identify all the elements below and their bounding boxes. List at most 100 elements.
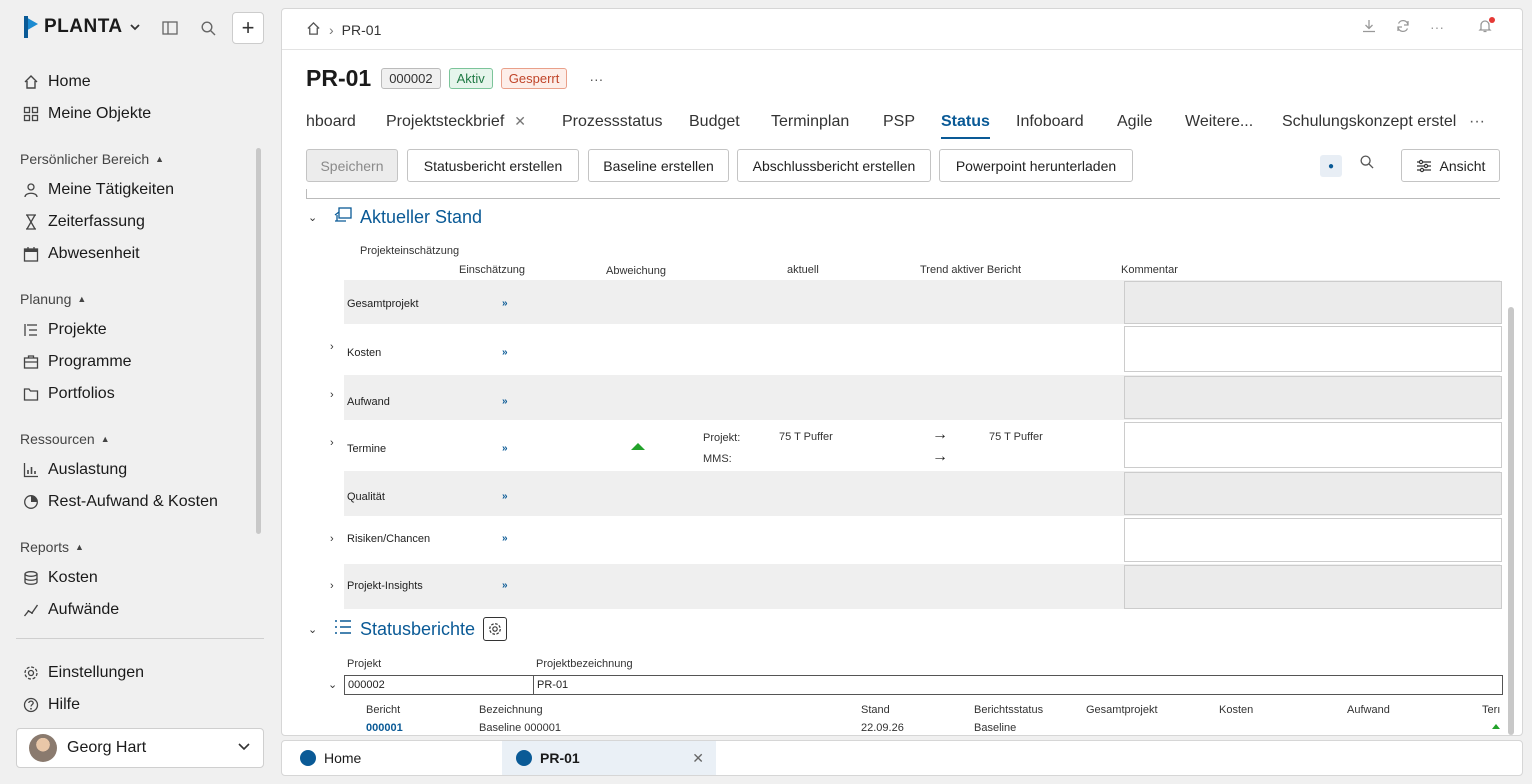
sidebar-item-portfolios[interactable]: Portfolios [22, 382, 115, 406]
status-report-button[interactable]: Statusbericht erstellen [407, 149, 579, 182]
section-planung[interactable]: Planung ▲ [20, 291, 86, 307]
final-report-button[interactable]: Abschlussbericht erstellen [737, 149, 931, 182]
section-title: Planung [20, 291, 72, 307]
sidebar-item-meine-objekte[interactable]: Meine Objekte [22, 102, 151, 126]
sidebar-item-hilfe[interactable]: Hilfe [22, 693, 80, 717]
section-reports[interactable]: Reports ▲ [20, 539, 84, 555]
comment-field[interactable] [1124, 518, 1502, 562]
chevron-right-icon: › [329, 22, 334, 38]
sidebar-item-meine-taetigkeiten[interactable]: Meine Tätigkeiten [22, 178, 174, 202]
project-list-icon [22, 321, 40, 339]
logo-row: PLANTA + [22, 12, 272, 44]
bell-icon[interactable] [1478, 17, 1495, 36]
row-link[interactable]: » [502, 443, 508, 454]
chevron-down-icon[interactable]: ⌄ [308, 623, 322, 636]
column-header: Stand [861, 704, 890, 716]
powerpoint-button[interactable]: Powerpoint herunterladen [939, 149, 1133, 182]
chevron-down-icon[interactable]: ⌄ [308, 211, 322, 224]
comment-field[interactable] [1124, 472, 1502, 515]
gear-icon[interactable] [483, 617, 508, 641]
row-link[interactable]: » [502, 491, 508, 502]
section-title: Ressourcen [20, 431, 95, 447]
hourglass-icon [22, 213, 40, 231]
row-link[interactable]: » [502, 347, 508, 358]
search-icon[interactable] [198, 18, 218, 38]
section-persoenlicher-bereich[interactable]: Persönlicher Bereich ▲ [20, 151, 164, 167]
tab-terminplan[interactable]: Terminplan [771, 113, 849, 131]
refresh-icon[interactable] [1396, 19, 1410, 36]
save-button[interactable]: Speichern [306, 149, 398, 182]
tab-prozessstatus[interactable]: Prozessstatus [562, 113, 662, 131]
section-ressourcen[interactable]: Ressourcen ▲ [20, 431, 110, 447]
column-header: Trend aktiver Bericht [920, 264, 1022, 276]
row-link[interactable]: » [502, 396, 508, 407]
comment-field[interactable] [1124, 326, 1502, 372]
app-switcher[interactable]: PLANTA [22, 14, 141, 40]
content-scrollbar[interactable] [1508, 307, 1514, 735]
search-icon[interactable] [1360, 155, 1374, 174]
sidebar-item-rest-aufwand[interactable]: Rest-Aufwand & Kosten [22, 490, 218, 514]
row-link[interactable]: » [502, 533, 508, 544]
bottom-tab-pr01[interactable]: PR-01 ✕ [502, 741, 716, 775]
tab-budget[interactable]: Budget [689, 113, 740, 131]
tab-schulungskonzept[interactable]: Schulungskonzept erstel [1282, 113, 1456, 131]
comment-field[interactable] [1124, 281, 1502, 324]
sidebar-item-programme[interactable]: Programme [22, 350, 132, 374]
section-reports-header[interactable]: ⌄ Statusberichte [308, 617, 508, 641]
sidebar-item-auslastung[interactable]: Auslastung [22, 458, 127, 482]
chevron-up-icon: ▲ [77, 294, 87, 304]
column-header: Abweichung [606, 265, 666, 277]
sidebar-toggle-icon[interactable] [160, 18, 180, 38]
sidebar-item-label: Meine Objekte [48, 105, 152, 122]
tab-status[interactable]: Status [941, 113, 990, 139]
person-icon [22, 181, 40, 199]
section-title: Aktueller Stand [360, 207, 483, 227]
comment-field[interactable] [1124, 422, 1502, 468]
close-icon[interactable]: ✕ [692, 750, 704, 767]
breadcrumb-current[interactable]: PR-01 [342, 22, 382, 38]
tabs-more-icon[interactable]: ··· [1469, 113, 1485, 131]
bottom-tab-home[interactable]: Home [300, 741, 361, 775]
sidebar-item-zeiterfassung[interactable]: Zeiterfassung [22, 210, 145, 234]
baseline-button[interactable]: Baseline erstellen [588, 149, 729, 182]
tab-weitere[interactable]: Weitere... [1185, 113, 1253, 131]
create-button[interactable]: + [232, 12, 264, 44]
chevron-right-icon[interactable]: › [330, 533, 334, 545]
sidebar-item-kosten[interactable]: Kosten [22, 566, 98, 590]
view-button[interactable]: Ansicht [1401, 149, 1500, 182]
comment-field[interactable] [1124, 565, 1502, 609]
chevron-down-icon[interactable]: ⌄ [328, 678, 337, 691]
more-icon[interactable]: ··· [589, 71, 603, 87]
project-field[interactable]: 000002 [344, 675, 534, 695]
chevron-right-icon[interactable]: › [330, 389, 334, 401]
tab-psp[interactable]: PSP [883, 113, 915, 131]
chevron-right-icon[interactable]: › [330, 580, 334, 592]
row-link[interactable]: » [502, 298, 508, 309]
sidebar-item-aufwaende[interactable]: Aufwände [22, 598, 119, 622]
sidebar-item-label: Zeiterfassung [48, 213, 145, 230]
sidebar-item-label: Auslastung [48, 461, 128, 478]
tab-projektsteckbrief[interactable]: Projektsteckbrief ✕ [386, 113, 526, 131]
indicator-icon[interactable]: ● [1320, 155, 1342, 177]
sidebar-item-projekte[interactable]: Projekte [22, 318, 107, 342]
project-name-field[interactable]: PR-01 [533, 675, 1503, 695]
chevron-right-icon[interactable]: › [330, 437, 334, 449]
sidebar-scrollbar[interactable] [256, 148, 261, 534]
chevron-right-icon[interactable]: › [330, 341, 334, 353]
section-current-header[interactable]: ⌄ Aktueller Stand [308, 207, 482, 228]
user-menu[interactable]: Georg Hart [16, 728, 264, 768]
comment-field[interactable] [1124, 376, 1502, 419]
download-icon[interactable] [1362, 19, 1376, 36]
sidebar-item-abwesenheit[interactable]: Abwesenheit [22, 242, 140, 266]
more-icon[interactable]: ··· [1430, 19, 1444, 36]
sidebar-item-home[interactable]: Home [22, 70, 91, 94]
sidebar-item-einstellungen[interactable]: Einstellungen [22, 661, 144, 685]
report-status: Baseline [974, 722, 1017, 734]
home-icon[interactable] [306, 21, 321, 39]
tab-infoboard[interactable]: Infoboard [1016, 113, 1084, 131]
close-icon[interactable]: ✕ [514, 113, 526, 129]
tab-agile[interactable]: Agile [1117, 113, 1153, 131]
row-link[interactable]: » [502, 580, 508, 591]
report-link[interactable]: 000001 [366, 722, 403, 734]
tab-dashboard[interactable]: hboard [306, 113, 356, 131]
